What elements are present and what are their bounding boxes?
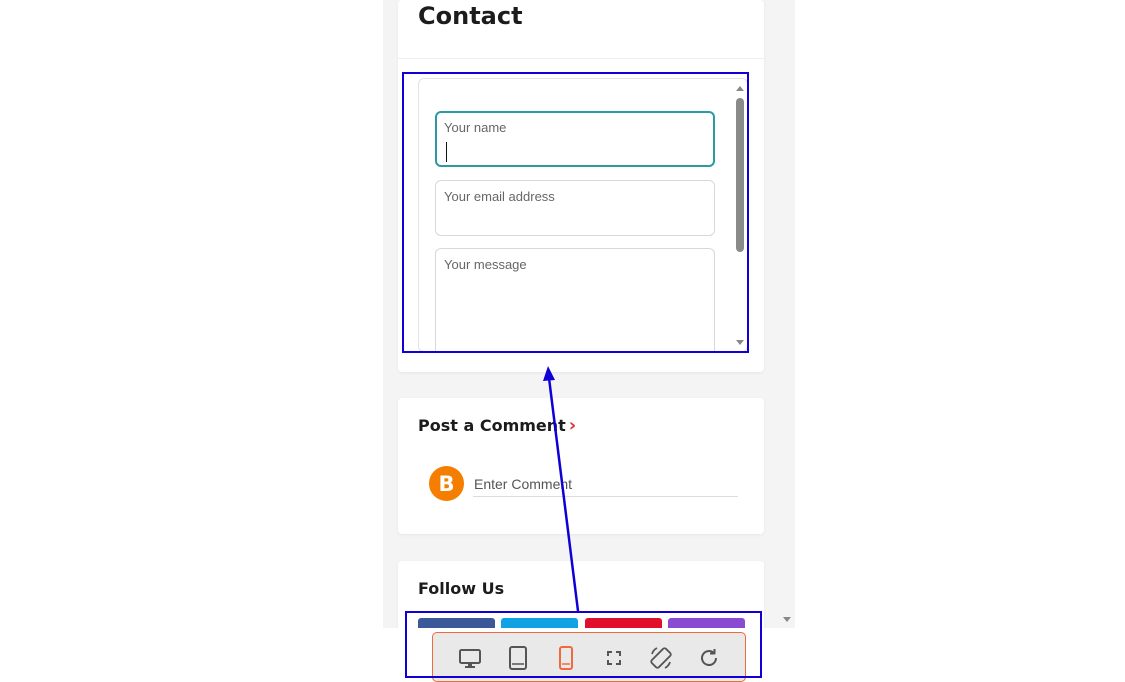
post-comment-heading: Post a Comment › xyxy=(418,415,576,436)
page-scroll-down-arrow-icon[interactable] xyxy=(783,617,791,622)
annotation-box-contact-form xyxy=(402,72,749,353)
post-comment-title: Post a Comment xyxy=(418,416,566,435)
page-title: Contact xyxy=(418,2,523,30)
comment-input[interactable]: Enter Comment xyxy=(473,476,738,497)
follow-us-title: Follow Us xyxy=(418,579,505,598)
annotation-box-device-toolbar xyxy=(405,611,762,678)
post-comment-card: Post a Comment › B Enter Comment xyxy=(398,398,764,534)
divider xyxy=(398,58,764,59)
chevron-right-icon: › xyxy=(568,415,577,436)
blogger-icon: B xyxy=(429,466,464,501)
